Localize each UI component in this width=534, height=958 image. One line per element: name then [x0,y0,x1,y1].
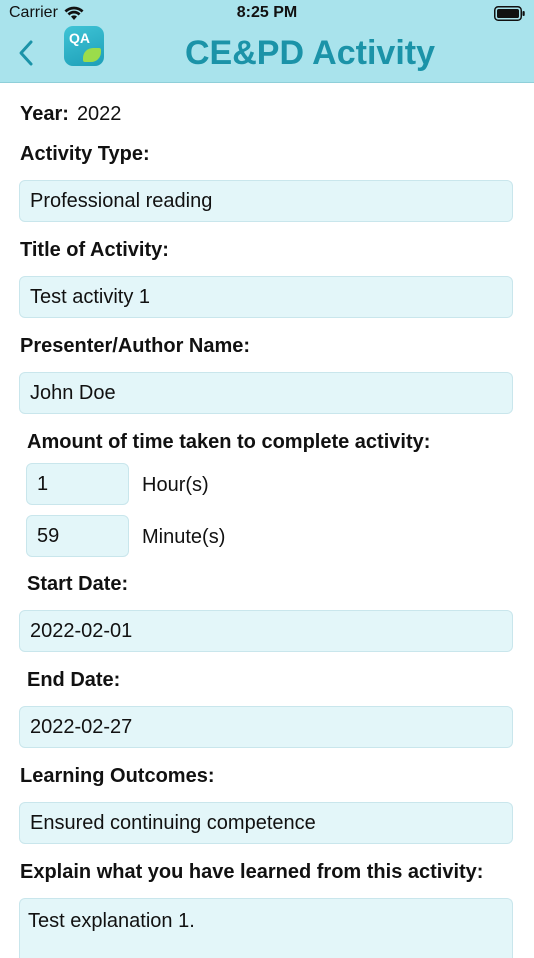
app-logo-text: QA [69,30,90,46]
activity-type-field[interactable]: Professional reading [19,180,513,222]
back-button[interactable] [12,36,40,70]
title-label: Title of Activity: [20,239,169,261]
minutes-field[interactable]: 59 [26,515,129,557]
outcomes-field[interactable]: Ensured continuing competence [19,802,513,844]
start-date-field[interactable]: 2022-02-01 [19,610,513,652]
presenter-field[interactable]: John Doe [19,372,513,414]
hours-unit-label: Hour(s) [142,474,209,496]
battery-icon [494,6,526,26]
year-row: Year: 2022 [20,103,121,126]
outcomes-label: Learning Outcomes: [20,765,215,787]
chevron-left-icon [19,40,33,66]
status-time: 8:25 PM [236,4,298,21]
activity-type-label: Activity Type: [20,143,150,165]
start-date-label: Start Date: [27,573,129,595]
year-value: 2022 [76,103,122,125]
end-date-field[interactable]: 2022-02-27 [19,706,513,748]
navigation-bar: Carrier 8:25 PM QA CE&PD Activity [0,0,534,83]
presenter-label: Presenter/Author Name: [20,335,251,357]
app-logo: QA [64,26,104,66]
leaf-icon [83,48,101,62]
time-label: Amount of time taken to complete activit… [27,431,431,453]
year-label: Year: [20,103,69,125]
end-date-label: End Date: [27,669,121,691]
minutes-unit-label: Minute(s) [142,526,226,548]
page-title: CE&PD Activity [184,34,436,72]
hours-field[interactable]: 1 [26,463,129,505]
explain-label: Explain what you have learned from this … [20,861,484,883]
title-field[interactable]: Test activity 1 [19,276,513,318]
explain-field[interactable]: Test explanation 1. [19,898,513,958]
